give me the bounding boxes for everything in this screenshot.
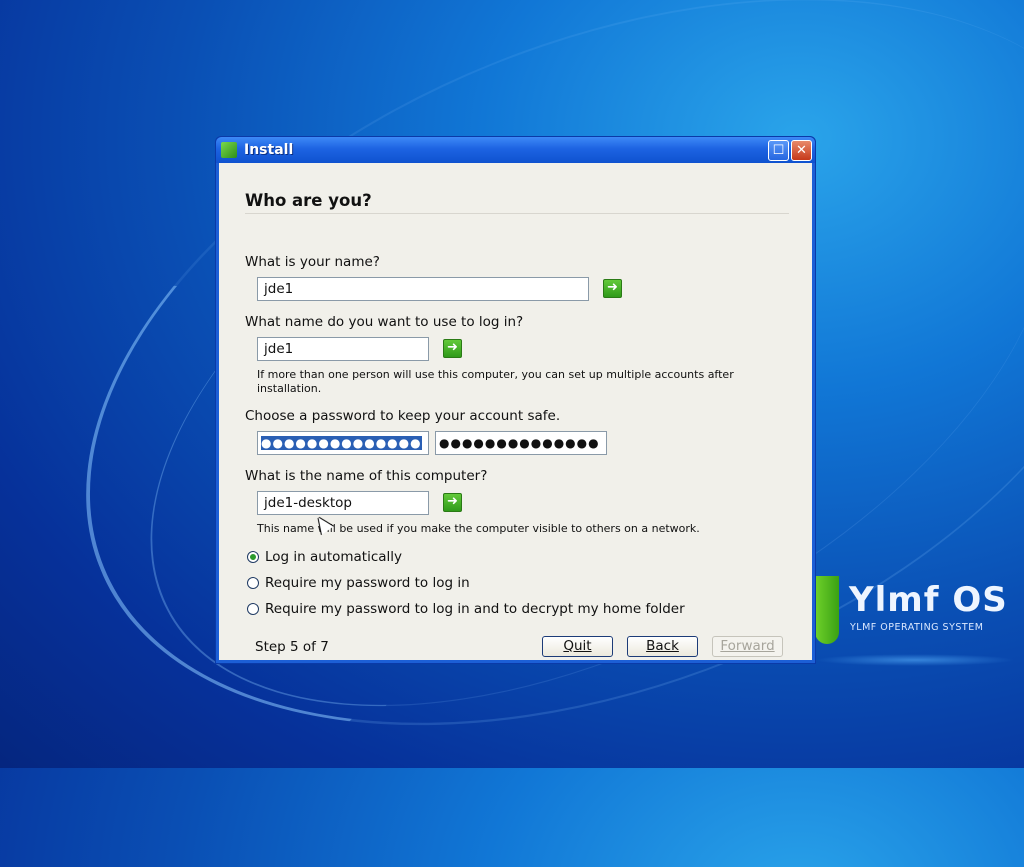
radio-unselected-icon[interactable]	[247, 577, 259, 589]
heading-divider	[245, 213, 789, 214]
computer-name-input[interactable]: jde1-desktop	[257, 491, 429, 515]
window-title: Install	[244, 142, 294, 158]
forward-button[interactable]: Forward	[712, 636, 783, 657]
ylmf-logo-mark	[815, 576, 839, 644]
radio-unselected-icon[interactable]	[247, 603, 259, 615]
computer-name-label: What is the name of this computer?	[245, 468, 488, 484]
login-name-hint: If more than one person will use this co…	[257, 368, 734, 395]
back-button[interactable]: Back	[627, 636, 698, 657]
page-heading: Who are you?	[245, 191, 372, 210]
arrow-right-icon: ➜	[607, 280, 618, 295]
login-option-label: Require my password to log in and to dec…	[265, 603, 685, 617]
radio-selected-icon[interactable]	[247, 551, 259, 563]
login-name-label: What name do you want to use to log in?	[245, 314, 524, 330]
login-option-require-password[interactable]: Require my password to log in	[247, 575, 470, 591]
options-scroll-clip: Require my password to log in and to dec…	[219, 603, 812, 623]
brand-glow	[815, 654, 1015, 666]
ylmf-os-logo: Ylmf OS YLMF OPERATING SYSTEM	[815, 576, 1015, 666]
install-window: Install ☐ ✕ Who are you? What is your na…	[215, 136, 816, 664]
login-name-input[interactable]: jde1	[257, 337, 429, 361]
brand-name: Ylmf OS	[849, 580, 1008, 620]
login-name-apply-button[interactable]: ➜	[443, 339, 462, 358]
password-label: Choose a password to keep your account s…	[245, 408, 561, 424]
quit-button[interactable]: Quit	[542, 636, 613, 657]
close-button[interactable]: ✕	[791, 140, 812, 161]
login-option-encrypt-home[interactable]: Require my password to log in and to dec…	[247, 603, 685, 617]
maximize-button[interactable]: ☐	[768, 140, 789, 161]
login-option-label: Require my password to log in	[265, 575, 470, 591]
password-mask-selected: ●●●●●●●●●●●●●●	[261, 436, 422, 450]
window-titlebar[interactable]: Install ☐ ✕	[216, 137, 815, 163]
arrow-right-icon: ➜	[447, 340, 458, 355]
name-apply-button[interactable]: ➜	[603, 279, 622, 298]
arrow-right-icon: ➜	[447, 494, 458, 509]
computer-name-apply-button[interactable]: ➜	[443, 493, 462, 512]
name-label: What is your name?	[245, 254, 380, 270]
maximize-icon: ☐	[772, 143, 785, 158]
confirm-password-input[interactable]: ●●●●●●●●●●●●●●	[435, 431, 607, 455]
computer-name-hint: This name will be used if you make the c…	[257, 522, 700, 535]
window-client-area: Who are you? What is your name? jde1 ➜ W…	[219, 163, 812, 660]
full-name-input[interactable]: jde1	[257, 277, 589, 301]
login-option-label: Log in automatically	[265, 549, 403, 565]
password-input[interactable]: ●●●●●●●●●●●●●●	[257, 431, 429, 455]
login-option-automatic[interactable]: Log in automatically	[247, 549, 402, 565]
close-icon: ✕	[796, 143, 807, 158]
brand-subtitle: YLMF OPERATING SYSTEM	[850, 622, 984, 633]
confirm-password-mask: ●●●●●●●●●●●●●●	[439, 436, 600, 450]
step-indicator: Step 5 of 7	[255, 639, 329, 655]
installer-app-icon	[221, 142, 237, 158]
